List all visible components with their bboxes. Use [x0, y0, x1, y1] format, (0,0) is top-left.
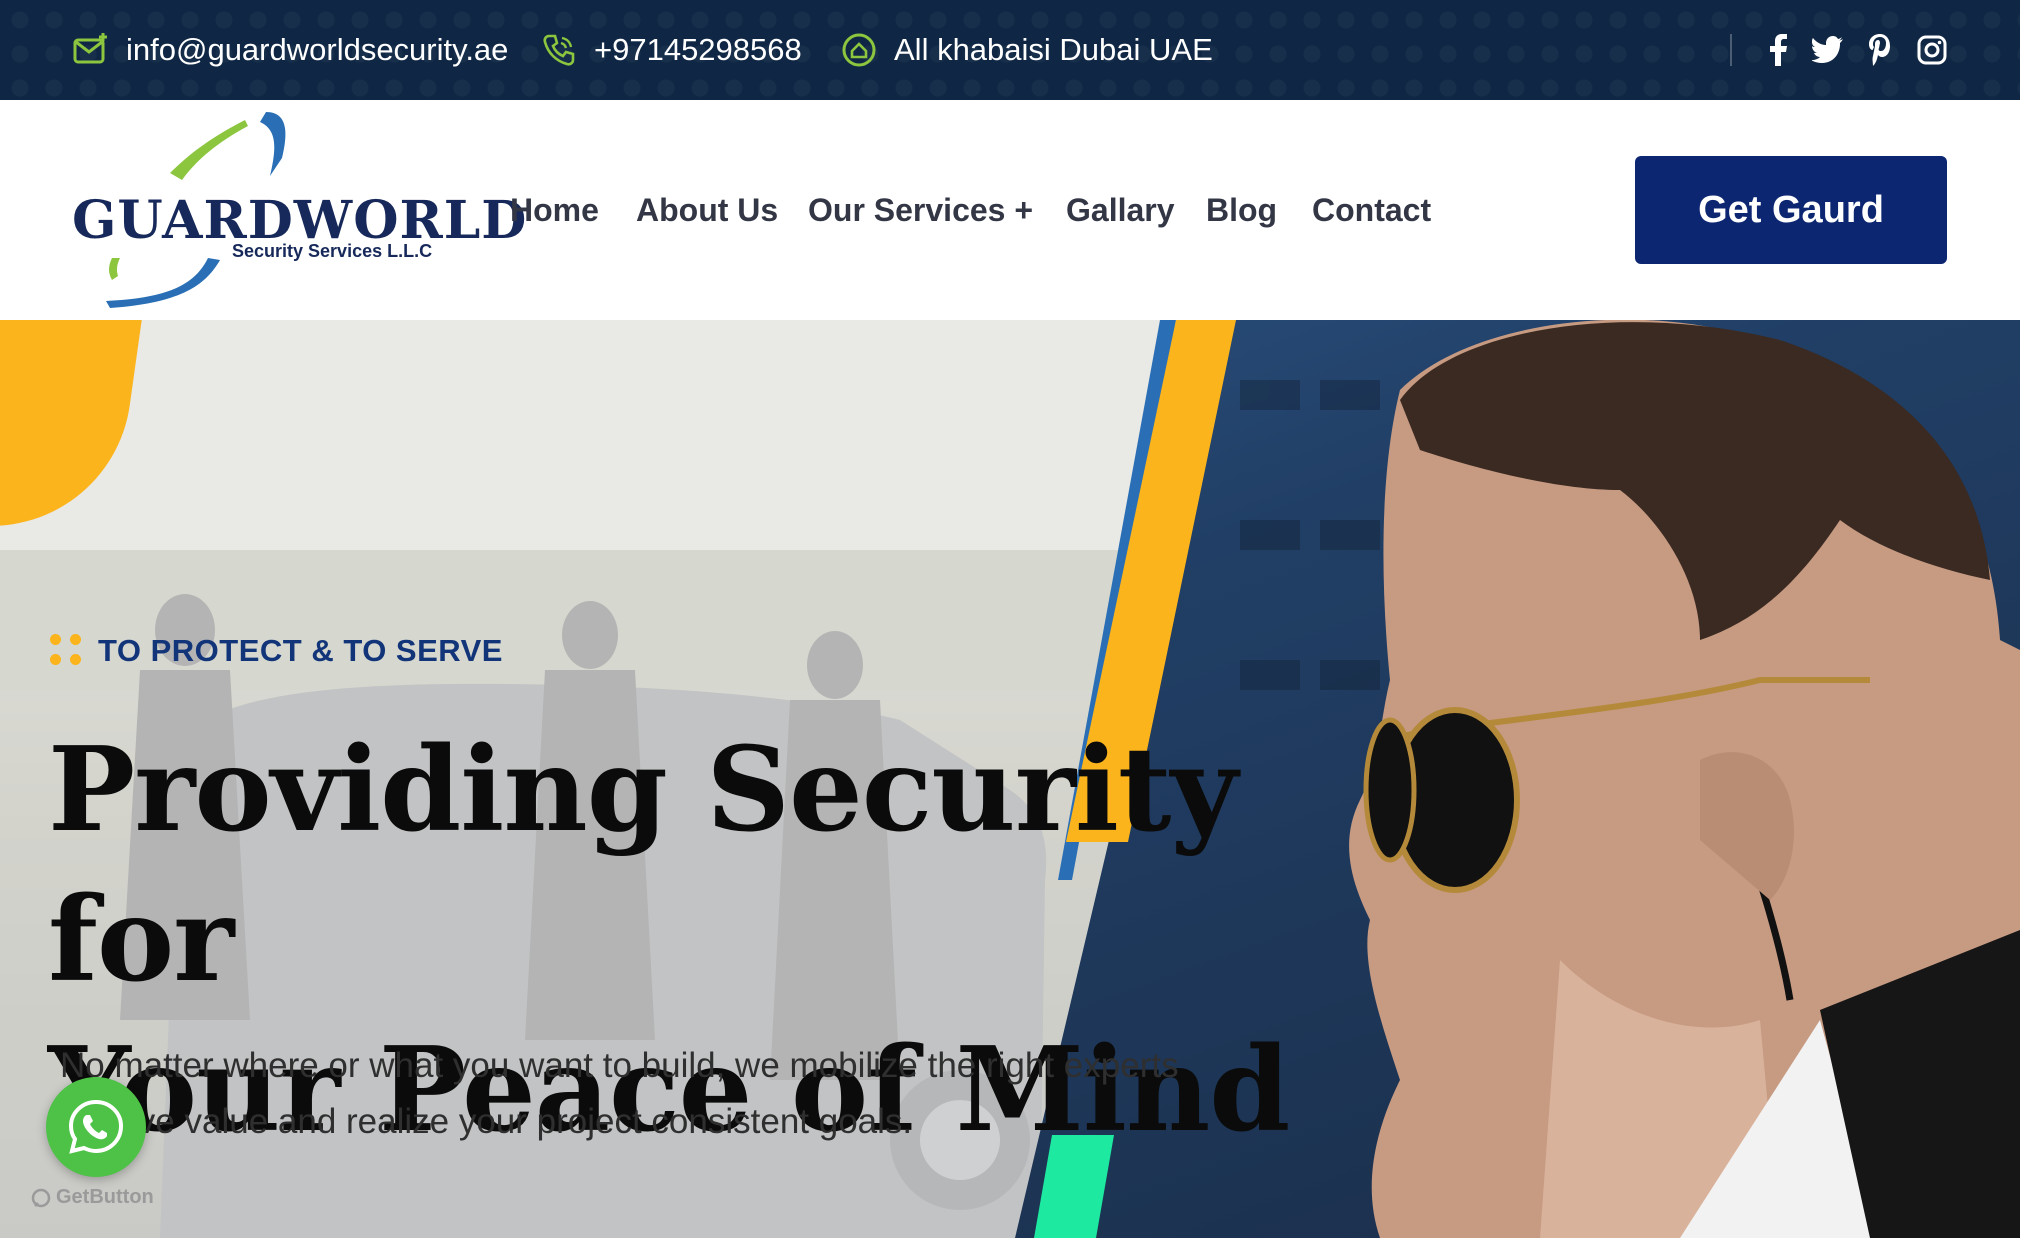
nav-home[interactable]: Home: [510, 100, 599, 320]
hero-tagline: TO PROTECT & TO SERVE: [50, 633, 503, 669]
description-line-2: to drive value and realize your project …: [60, 1102, 913, 1141]
nav-gallery[interactable]: Gallary: [1066, 100, 1175, 320]
description-line-1: No matter where or what you want to buil…: [60, 1046, 1179, 1085]
address-item: All khabaisi Dubai UAE: [840, 0, 1213, 100]
hero-description: No matter where or what you want to buil…: [60, 1038, 1260, 1150]
nav-contact[interactable]: Contact: [1312, 100, 1431, 320]
logo-subtitle: Security Services L.L.C: [232, 241, 433, 261]
email-link[interactable]: info@guardworldsecurity.ae: [72, 0, 508, 100]
phone-icon: [540, 31, 578, 69]
instagram-icon[interactable]: [1912, 30, 1952, 70]
pinterest-icon[interactable]: [1860, 30, 1900, 70]
location-icon: [840, 31, 878, 69]
address-text: All khabaisi Dubai UAE: [894, 32, 1213, 67]
headline-line-1: Providing Security for: [48, 722, 1238, 1008]
dots-icon: [50, 634, 84, 668]
email-text: info@guardworldsecurity.ae: [126, 32, 509, 67]
getbutton-label: GetButton: [56, 1186, 154, 1208]
facebook-icon[interactable]: [1758, 30, 1798, 70]
whatsapp-icon: [68, 1099, 124, 1154]
mail-icon: [72, 31, 110, 69]
tagline-text: TO PROTECT & TO SERVE: [98, 633, 503, 668]
hero-banner: TO PROTECT & TO SERVE Providing Security…: [0, 320, 2020, 1238]
getbutton-logo-icon: [31, 1188, 51, 1207]
get-guard-button[interactable]: Get Gaurd: [1635, 156, 1947, 264]
divider: [1730, 34, 1732, 66]
twitter-icon[interactable]: [1808, 30, 1848, 70]
whatsapp-chat-button[interactable]: [46, 1077, 146, 1177]
phone-link[interactable]: +97145298568: [540, 0, 802, 100]
getbutton-branding[interactable]: GetButton: [30, 1186, 154, 1209]
site-logo[interactable]: GUARDWORLD Security Services L.L.C: [70, 108, 526, 313]
top-contact-bar: info@guardworldsecurity.ae +97145298568 …: [0, 0, 2020, 100]
nav-blog[interactable]: Blog: [1206, 100, 1277, 320]
phone-text: +97145298568: [594, 32, 802, 67]
nav-about-us[interactable]: About Us: [636, 100, 778, 320]
nav-our-services[interactable]: Our Services +: [808, 100, 1033, 320]
